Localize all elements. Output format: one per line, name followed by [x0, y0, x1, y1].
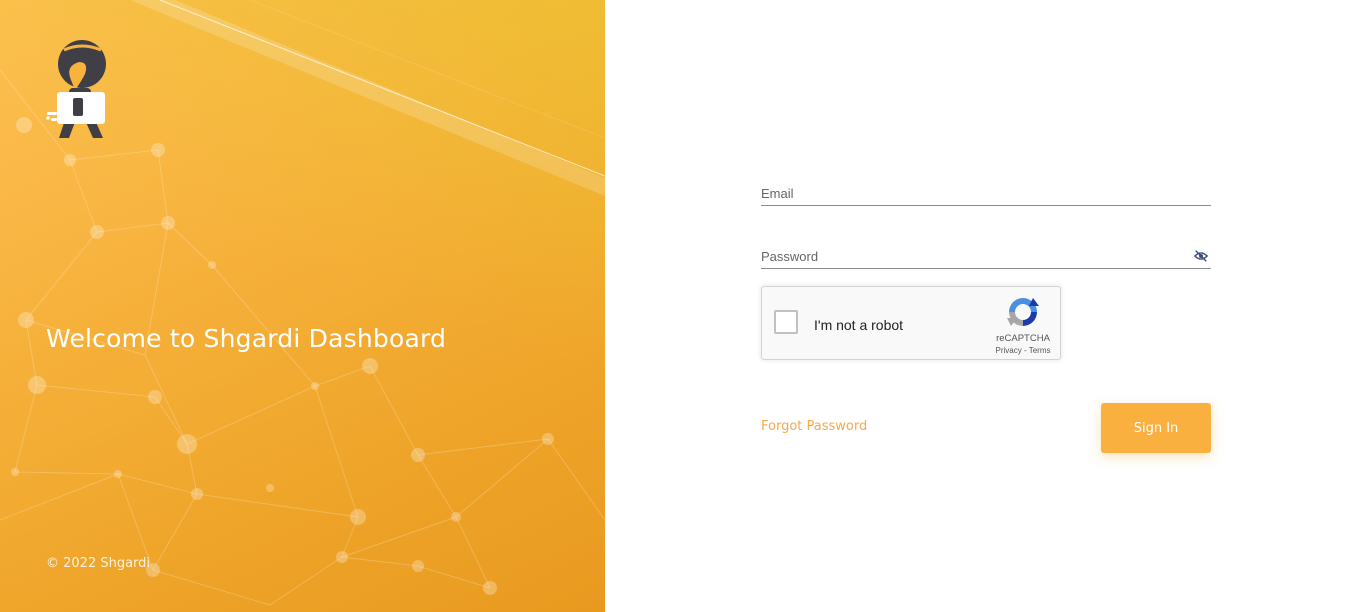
- recaptcha-links-separator: -: [1021, 346, 1029, 355]
- recaptcha-widget: I'm not a robot reCAPTCHA Privacy - Term…: [761, 286, 1061, 360]
- email-field: [761, 183, 1211, 206]
- recaptcha-privacy-link[interactable]: Privacy: [996, 346, 1022, 355]
- password-field: [761, 246, 1211, 269]
- sign-in-button[interactable]: Sign In: [1101, 403, 1211, 453]
- brand-panel: Welcome to Shgardi Dashboard © 2022 Shga…: [0, 0, 605, 612]
- copyright-text: © 2022 Shgardi: [46, 556, 151, 571]
- recaptcha-checkbox[interactable]: [774, 310, 798, 334]
- recaptcha-brand: reCAPTCHA: [996, 333, 1050, 344]
- login-form: I'm not a robot reCAPTCHA Privacy - Term…: [761, 0, 1211, 612]
- recaptcha-label: I'm not a robot: [814, 317, 904, 333]
- welcome-heading: Welcome to Shgardi Dashboard: [46, 324, 447, 353]
- eye-off-icon[interactable]: [1194, 249, 1208, 263]
- shgardi-courier-logo-icon: [46, 40, 106, 138]
- forgot-password-link[interactable]: Forgot Password: [761, 419, 867, 434]
- recaptcha-links: Privacy - Terms: [988, 346, 1058, 355]
- password-input[interactable]: [761, 246, 1181, 266]
- recaptcha-logo-icon: [1007, 298, 1039, 326]
- recaptcha-terms-link[interactable]: Terms: [1029, 346, 1051, 355]
- email-input[interactable]: [761, 183, 1181, 203]
